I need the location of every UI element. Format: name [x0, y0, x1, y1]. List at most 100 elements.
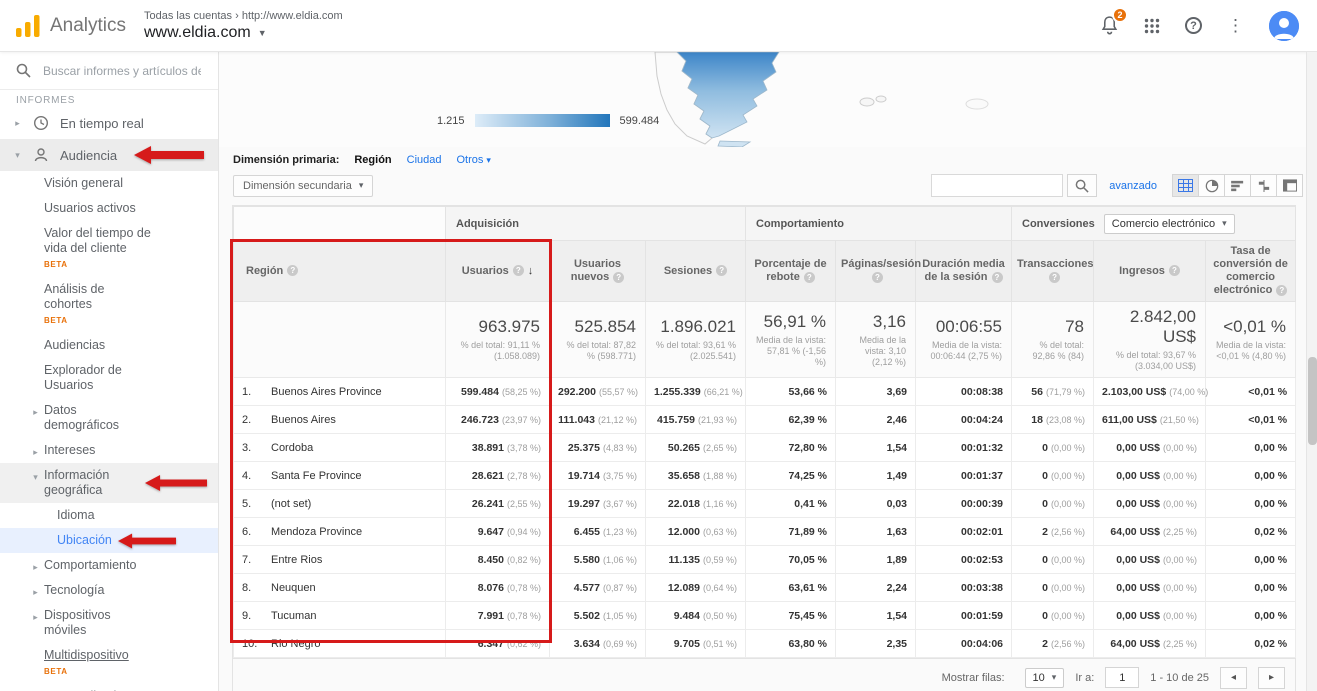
chevron-right-icon: ▸ [31, 560, 40, 575]
column-header[interactable]: Sesiones? [646, 241, 746, 302]
map-region-tierra-del-fuego[interactable] [718, 141, 750, 147]
metric-cell: 11.135(0,59 %) [646, 546, 746, 574]
column-header[interactable]: Duración media de la sesión? [916, 241, 1012, 302]
help-button[interactable]: ? [1185, 17, 1202, 34]
table-search-input[interactable] [931, 174, 1063, 197]
vertical-scrollbar[interactable] [1306, 52, 1317, 691]
region-link[interactable]: Neuquen [271, 582, 316, 594]
previous-page-button[interactable]: ◂ [1220, 667, 1247, 689]
sidebar-item-explorador-usuarios[interactable]: Explorador de Usuarios [0, 358, 218, 398]
region-link[interactable]: Santa Fe Province [271, 470, 362, 482]
region-link[interactable]: Rio Negro [271, 638, 321, 650]
account-block: Todas las cuentas › http://www.eldia.com… [144, 10, 343, 42]
row-rank: 9. [242, 610, 262, 622]
metric-cell: 00:01:59 [916, 602, 1012, 630]
table-row: 7.Entre Rios8.450(0,82 %)5.580(1,06 %)11… [234, 546, 1296, 574]
view-performance-button[interactable] [1224, 174, 1251, 197]
sidebar-item-audiencia[interactable]: ▾ Audiencia [0, 139, 218, 171]
sidebar-item-ubicacion[interactable]: Ubicación [0, 528, 218, 553]
region-link[interactable]: Tucuman [271, 610, 316, 622]
sidebar-item-usuarios-activos[interactable]: Usuarios activos [0, 196, 218, 221]
more-menu-button[interactable]: ⋮ [1227, 16, 1244, 36]
column-header[interactable]: Usuarios nuevos? [550, 241, 646, 302]
table-row: 9.Tucuman7.991(0,78 %)5.502(1,05 %)9.484… [234, 602, 1296, 630]
region-link[interactable]: Buenos Aires [271, 414, 336, 426]
sidebar-item-vision-general[interactable]: Visión general [0, 171, 218, 196]
sidebar-item-tecnologia[interactable]: ▸ Tecnología [0, 578, 218, 603]
metric-cell: 0(0,00 %) [1012, 574, 1094, 602]
search-input[interactable] [43, 64, 201, 78]
view-percentage-button[interactable] [1198, 174, 1225, 197]
chevron-right-icon: ▸ [31, 610, 40, 625]
geo-map[interactable]: 1.215 599.484 [219, 52, 1317, 147]
column-header[interactable]: Ingresos? [1094, 241, 1206, 302]
analytics-logo-icon [15, 14, 41, 38]
metric-cell: 0(0,00 %) [1012, 462, 1094, 490]
column-header[interactable]: Páginas/sesión? [836, 241, 916, 302]
region-cell: 4.Santa Fe Province [234, 462, 446, 490]
scrollbar-thumb[interactable] [1308, 357, 1317, 445]
table-search-button[interactable] [1067, 174, 1097, 197]
metric-cell: 0,00 US$(0,00 %) [1094, 490, 1206, 518]
sidebar-item-informacion-geografica[interactable]: ▾ Información geográfica [0, 463, 218, 503]
dimension-option-otros[interactable]: Otros▾ [457, 154, 491, 166]
rows-per-page-select[interactable]: 10 ▾ [1025, 668, 1065, 688]
metric-cell: 25.375(4,83 %) [550, 434, 646, 462]
map-islands [860, 98, 874, 106]
column-header[interactable]: Tasa de conversión de comercio electróni… [1206, 241, 1296, 302]
metric-cell: 599.484(58,25 %) [446, 378, 550, 406]
sidebar-item-personalizado[interactable]: ▸ Personalizado [0, 684, 218, 691]
analytics-home-link[interactable]: Analytics [0, 14, 132, 38]
main-content: 1.215 599.484 Dimensión primaria: Región… [219, 52, 1317, 691]
region-cell: 3.Cordoba [234, 434, 446, 462]
view-pivot-button[interactable] [1276, 174, 1303, 197]
metric-cell: 00:01:37 [916, 462, 1012, 490]
sidebar-item-idioma[interactable]: Idioma [0, 503, 218, 528]
dimension-option-ciudad[interactable]: Ciudad [407, 154, 442, 166]
advanced-filter-link[interactable]: avanzado [1109, 180, 1157, 192]
map-islands [966, 99, 988, 109]
sidebar-item-intereses[interactable]: ▸ Intereses [0, 438, 218, 463]
metric-cell: 1.255.339(66,21 %) [646, 378, 746, 406]
metric-cell: 246.723(23,97 %) [446, 406, 550, 434]
metric-cell: 18(23,08 %) [1012, 406, 1094, 434]
column-header[interactable]: Transacciones? [1012, 241, 1094, 302]
row-rank: 7. [242, 554, 262, 566]
region-link[interactable]: Cordoba [271, 442, 313, 454]
sidebar-item-comportamiento[interactable]: ▸ Comportamiento [0, 553, 218, 578]
help-icon: ? [992, 272, 1003, 283]
help-icon: ? [804, 272, 815, 283]
row-rank: 8. [242, 582, 262, 594]
metric-cell: 111.043(21,12 %) [550, 406, 646, 434]
view-comparison-button[interactable] [1250, 174, 1277, 197]
region-link[interactable]: Mendoza Province [271, 526, 362, 538]
region-link[interactable]: (not set) [271, 498, 311, 510]
sort-descending-icon[interactable]: ↓ [528, 265, 534, 277]
sidebar-item-valor-tiempo-vida[interactable]: Valor del tiempo de vida del cliente BET… [0, 221, 218, 277]
sidebar-item-audiencias[interactable]: Audiencias [0, 333, 218, 358]
sidebar-item-multidispositivo[interactable]: Multidispositivo BETA [0, 643, 218, 684]
region-link[interactable]: Buenos Aires Province [271, 386, 382, 398]
dimension-option-region[interactable]: Región [354, 154, 391, 166]
column-header[interactable]: Usuarios?↓ [446, 241, 550, 302]
sidebar-item-analisis-cohortes[interactable]: Análisis de cohortes BETA [0, 277, 218, 333]
avatar[interactable] [1269, 11, 1299, 41]
summary-cell: 3,16Media de la vista: 3,10 (2,12 %) [836, 302, 916, 378]
account-selector[interactable]: www.eldia.com ▼ [144, 24, 343, 42]
secondary-dimension-button[interactable]: Dimensión secundaria ▾ [233, 175, 373, 197]
view-table-button[interactable] [1172, 174, 1199, 197]
apps-grid-button[interactable] [1144, 18, 1160, 34]
goto-page-input[interactable] [1105, 667, 1139, 688]
sidebar-item-dispositivos-moviles[interactable]: ▸ Dispositivos móviles [0, 603, 218, 643]
sidebar-item-datos-demograficos[interactable]: ▸ Datos demográficos [0, 398, 218, 438]
column-header[interactable]: Porcentaje de rebote? [746, 241, 836, 302]
next-page-button[interactable]: ▸ [1258, 667, 1285, 689]
column-header-region[interactable]: Región? [234, 241, 446, 302]
region-link[interactable]: Entre Rios [271, 554, 322, 566]
sidebar-item-en-tiempo-real[interactable]: ▸ En tiempo real [0, 107, 218, 139]
help-icon: ? [1276, 285, 1287, 296]
help-icon: ? [287, 265, 298, 276]
notifications-button[interactable]: 2 [1100, 15, 1119, 36]
metric-cell: 0,00 US$(0,00 %) [1094, 546, 1206, 574]
ecommerce-goal-selector[interactable]: Comercio electrónico ▾ [1104, 214, 1235, 234]
